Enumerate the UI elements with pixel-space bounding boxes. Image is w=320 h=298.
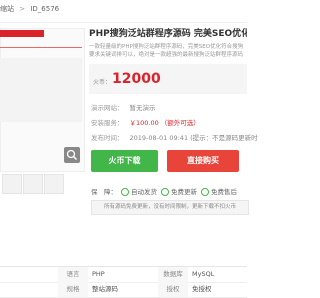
breadcrumb: 缩站 > ID_6576 (0, 4, 62, 14)
table-cell-label: 规格 (58, 282, 88, 297)
install-row: 安装服务： ￥100.00 （额外可选） (91, 117, 200, 127)
demo-label: 演示网站： (91, 104, 124, 112)
demo-row: 演示网站： 暂无演示 (91, 102, 156, 112)
buy-now-button[interactable]: 直接购买 (167, 150, 239, 172)
table-cell-value: 免授权 (192, 285, 212, 293)
table-cell-label: 语言 (58, 267, 88, 282)
check-icon (161, 188, 169, 196)
fire-coin-download-button[interactable]: 火币下载 (91, 150, 158, 172)
thumbnail-strip (0, 174, 83, 196)
zoom-icon[interactable] (64, 147, 80, 163)
table-cell-value: MySQL (192, 270, 215, 278)
product-image-line (0, 47, 82, 48)
guarantee-label: 保 障： (91, 188, 117, 196)
breadcrumb-separator: > (19, 5, 26, 13)
product-image-content (0, 58, 82, 122)
check-icon (201, 188, 209, 196)
product-description: 一款轻量级的PHP搜狗泛站群程序源码，完美SEO优化符合搜狗要求关键词排可以，绝… (89, 44, 244, 58)
attribute-table: 语言 PHP 数据库 MySQL 规格 整站源码 授权 免授权 (0, 266, 247, 298)
date-value: 2019-08-01 09:41 (提示：不是源码更新时 (129, 134, 258, 142)
product-image-banner (0, 30, 44, 37)
table-cell-value: PHP (92, 270, 105, 278)
thumbnail[interactable] (23, 174, 43, 194)
date-row: 发布时间： 2019-08-01 09:41 (提示：不是源码更新时 (91, 132, 258, 142)
thumbnail[interactable] (44, 174, 64, 194)
install-label: 安装服务： (91, 119, 124, 127)
guarantee-item: 自动发货 (131, 188, 157, 196)
demo-value[interactable]: 暂无演示 (130, 104, 156, 112)
table-cell-label: 数据库 (158, 267, 188, 282)
breadcrumb-item-id: ID_6576 (30, 5, 60, 13)
table-cell-label: 授权 (158, 282, 188, 297)
check-icon (121, 188, 129, 196)
breadcrumb-item-category[interactable]: 缩站 (0, 5, 14, 13)
date-label: 发布时间： (91, 134, 124, 142)
update-notice: 所有源码免费更新，没有时间限制，更新下载不扣火币 (91, 200, 249, 215)
guarantee-item: 免费更新 (171, 188, 197, 196)
install-value: ￥100.00 （额外可选） (129, 119, 200, 127)
table-row: 语言 PHP 数据库 MySQL (0, 267, 247, 283)
thumbnail[interactable] (2, 174, 22, 194)
table-cell-value: 整站源码 (92, 285, 118, 293)
price-value: 12000 (112, 71, 161, 87)
product-title: PHP搜狗泛站群程序源码 完美SEO优化 符合搜 (89, 29, 247, 39)
guarantee-item: 免费售后 (211, 188, 237, 196)
guarantee-row: 保 障： 自动发货 免费更新 免费售后 (91, 186, 237, 196)
price-label: 火币： (93, 79, 112, 86)
divider (0, 22, 247, 23)
